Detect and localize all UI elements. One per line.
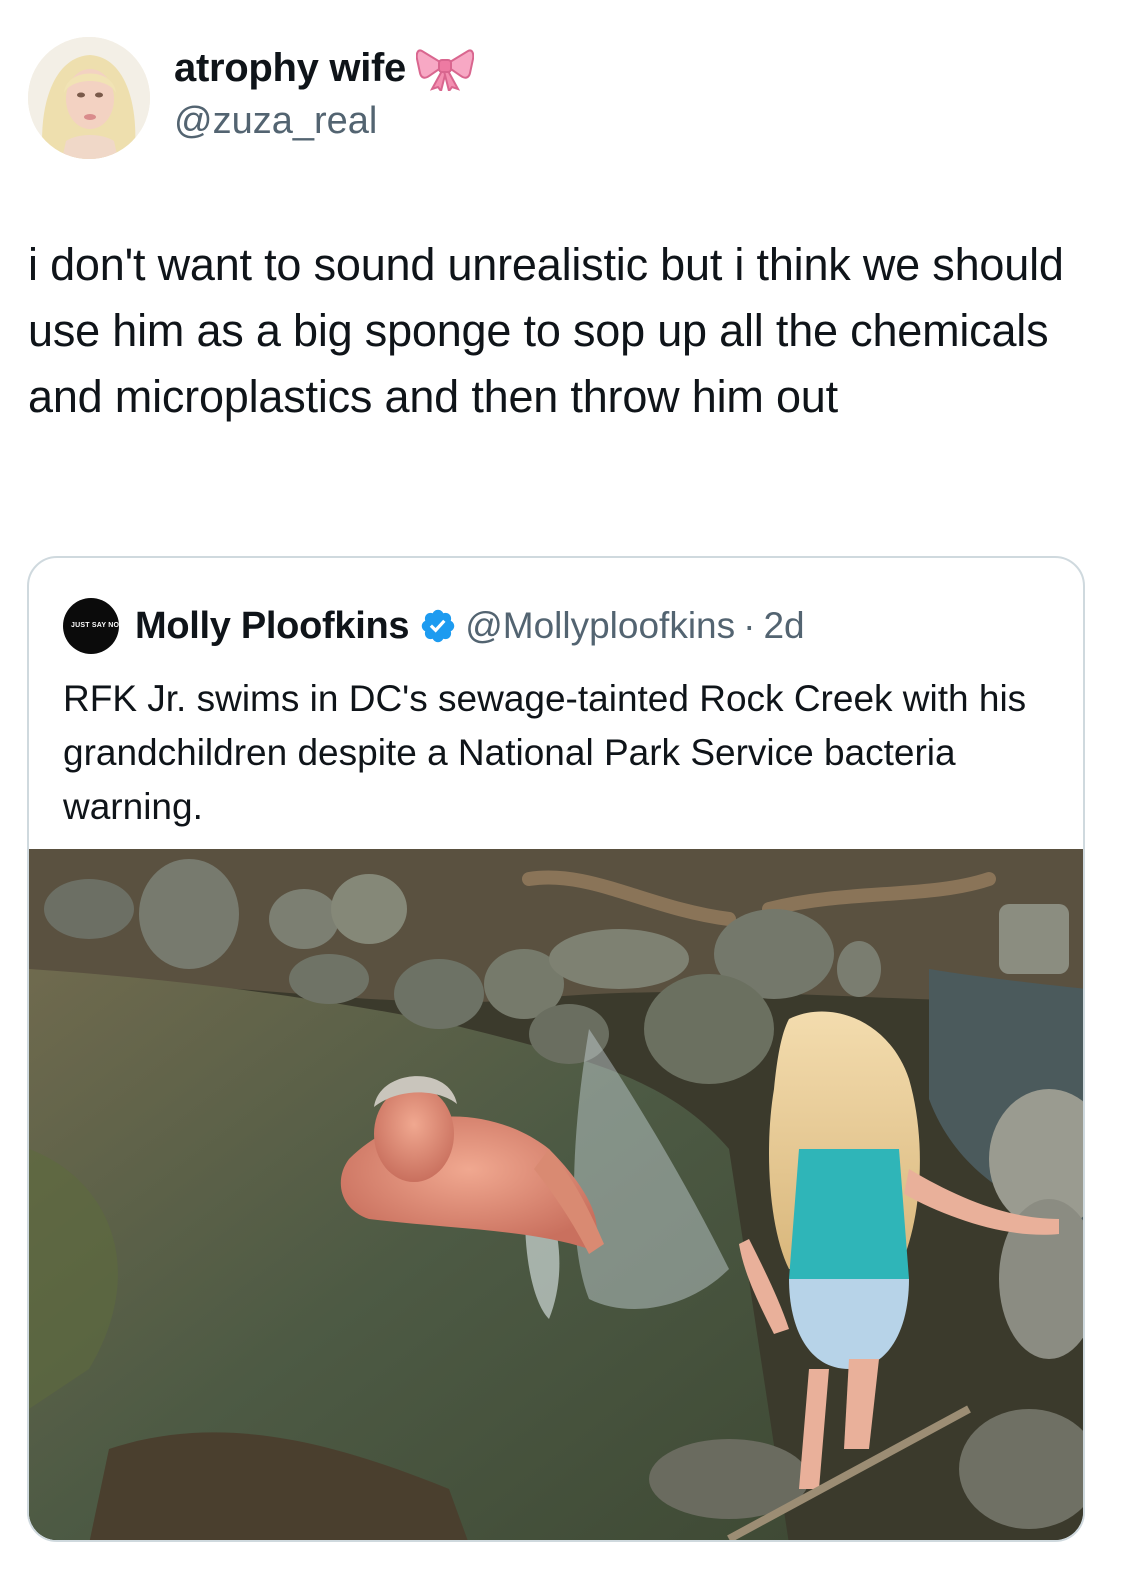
- creek-photo-image: [29, 849, 1083, 1540]
- quote-avatar-text: JUST SAY NO TO FASCISM: [71, 622, 166, 629]
- ribbon-bow-icon: [415, 47, 475, 93]
- handle[interactable]: @zuza_real: [174, 100, 377, 143]
- quote-display-name[interactable]: Molly Ploofkins: [135, 605, 410, 648]
- avatar-image: [28, 37, 150, 159]
- tweet-text: i don't want to sound unrealistic but i …: [28, 239, 1064, 422]
- quote-photo[interactable]: [29, 849, 1083, 1540]
- quote-text: RFK Jr. swims in DC's sewage-tainted Roc…: [63, 678, 1027, 827]
- quote-tweet-card[interactable]: JUST SAY NO TO FASCISM Molly Ploofkins @…: [27, 556, 1085, 1542]
- quote-avatar[interactable]: JUST SAY NO TO FASCISM: [63, 598, 166, 654]
- verified-badge-icon: [419, 607, 457, 645]
- display-name[interactable]: atrophy wife: [174, 46, 475, 93]
- quote-handle[interactable]: @Mollyploofkins: [465, 605, 735, 647]
- quote-separator: ·: [743, 605, 756, 646]
- avatar[interactable]: [28, 37, 150, 159]
- display-name-text: atrophy wife: [174, 46, 406, 90]
- quote-timestamp[interactable]: 2d: [763, 605, 804, 647]
- quote-header: JUST SAY NO TO FASCISM Molly Ploofkins @…: [63, 598, 805, 654]
- tweet: atrophy wife @zuza_real i don't want to …: [0, 0, 1125, 1583]
